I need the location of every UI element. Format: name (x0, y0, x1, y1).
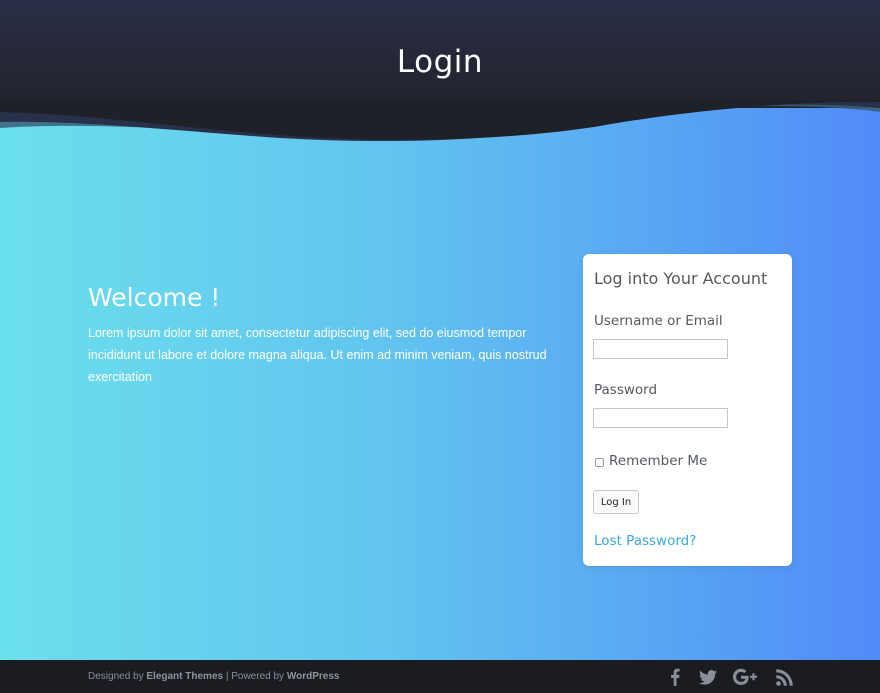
page-footer: Designed by Elegant Themes | Powered by … (0, 660, 880, 693)
login-form-card: Log into Your Account Username or Email … (583, 254, 792, 566)
login-button[interactable]: Log In (593, 490, 639, 514)
welcome-heading: Welcome ! (88, 283, 221, 312)
login-page: Login Welcome ! Lorem ipsum dolor sit am… (0, 0, 880, 693)
username-label: Username or Email (594, 313, 723, 329)
username-input[interactable] (593, 339, 728, 359)
welcome-paragraph: Lorem ipsum dolor sit amet, consectetur … (88, 326, 547, 384)
page-title: Login (396, 44, 484, 80)
google-plus-icon[interactable] (731, 668, 761, 686)
remember-me-row: Remember Me (595, 453, 707, 469)
footer-powered-by-text: | Powered by (223, 671, 287, 682)
rss-icon[interactable] (774, 668, 794, 686)
remember-me-checkbox[interactable] (595, 457, 604, 467)
facebook-icon[interactable] (668, 668, 682, 686)
remember-me-label[interactable]: Remember Me (609, 453, 707, 469)
password-label: Password (594, 382, 658, 398)
login-form-title: Log into Your Account (594, 269, 768, 288)
twitter-icon[interactable] (698, 668, 718, 686)
header-wave-divider (0, 100, 880, 142)
footer-platform-link[interactable]: WordPress (287, 671, 340, 682)
password-input[interactable] (593, 408, 728, 428)
footer-designed-by-text: Designed by (88, 671, 147, 682)
lost-password-link[interactable]: Lost Password? (594, 533, 696, 549)
footer-credit: Designed by Elegant Themes | Powered by … (88, 671, 339, 682)
footer-designer-link[interactable]: Elegant Themes (146, 671, 223, 682)
